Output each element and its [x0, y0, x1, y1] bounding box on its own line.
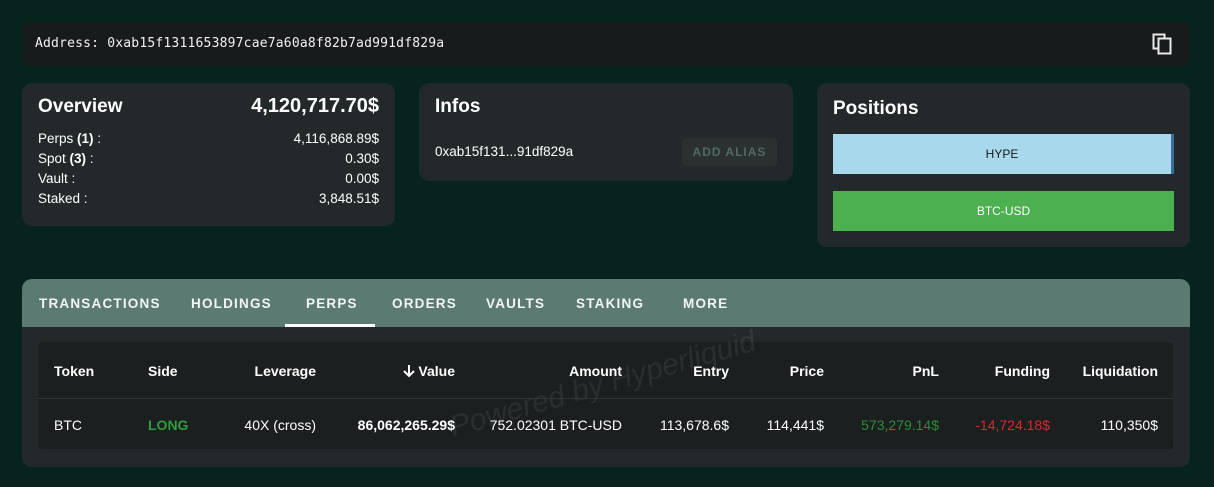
- overview-row-staked: Staked : 3,848.51$: [38, 191, 379, 209]
- cell-value: 86,062,265.29$: [357, 417, 455, 433]
- cell-price: 114,441$: [766, 417, 824, 433]
- header-divider: [38, 398, 1173, 399]
- tab-perps[interactable]: PERPS: [306, 296, 358, 311]
- positions-table: Powered by Hyperliquid Token Side Levera…: [38, 325, 1173, 449]
- positions-title: Positions: [833, 98, 919, 119]
- overview-row-label: Staked :: [38, 191, 88, 206]
- arrow-down-icon: [403, 365, 416, 378]
- cell-side: LONG: [148, 417, 189, 433]
- infos-short-address: 0xab15f131...91df829a: [435, 144, 574, 159]
- overview-title: Overview: [38, 96, 123, 117]
- overview-row-value: 3,848.51$: [318, 191, 379, 206]
- overview-row-label: Perps: [38, 131, 74, 146]
- position-bar-hype[interactable]: HYPE: [833, 134, 1174, 174]
- positions-card: Positions HYPE BTC-USD: [817, 83, 1190, 247]
- overview-row-count: (1): [77, 131, 94, 146]
- overview-card: Overview 4,120,717.70$ Perps (1) : 4,116…: [22, 83, 395, 226]
- tab-vaults[interactable]: VAULTS: [486, 296, 545, 311]
- column-header-leverage[interactable]: Leverage: [255, 363, 316, 379]
- address-value: 0xab15f1311653897cae7a60a8f82b7ad991df82…: [107, 36, 445, 51]
- tab-bar: TRANSACTIONS HOLDINGS PERPS ORDERS VAULT…: [22, 279, 1190, 327]
- cell-token: BTC: [54, 417, 82, 433]
- copy-icon[interactable]: [1152, 33, 1172, 55]
- cell-pnl: 573,279.14$: [861, 417, 939, 433]
- column-header-side[interactable]: Side: [148, 363, 178, 379]
- overview-row-count: (3): [69, 151, 87, 166]
- column-header-amount[interactable]: Amount: [569, 363, 622, 379]
- address-text: Address: 0xab15f1311653897cae7a60a8f82b7a…: [35, 36, 444, 51]
- overview-total: 4,120,717.70$: [251, 95, 379, 117]
- address-label: Address:: [35, 36, 100, 51]
- column-header-value[interactable]: Value: [402, 363, 455, 379]
- overview-row-label: Spot: [38, 151, 66, 166]
- column-header-entry[interactable]: Entry: [693, 363, 729, 379]
- infos-card: Infos 0xab15f131...91df829a ADD ALIAS: [419, 83, 793, 181]
- infos-title: Infos: [435, 96, 481, 117]
- column-header-token[interactable]: Token: [54, 363, 94, 379]
- overview-row-vault: Vault : 0.00$: [38, 171, 379, 189]
- cell-leverage: 40X (cross): [244, 417, 316, 433]
- overview-row-value: 0.30$: [345, 151, 379, 166]
- overview-row-perps: Perps (1) : 4,116,868.89$: [38, 131, 379, 146]
- cell-funding: -14,724.18$: [975, 417, 1050, 433]
- address-bar: Address: 0xab15f1311653897cae7a60a8f82b7a…: [22, 22, 1190, 66]
- cell-entry: 113,678.6$: [659, 417, 729, 433]
- overview-row-value: 0.00$: [345, 171, 379, 186]
- tab-holdings[interactable]: HOLDINGS: [191, 296, 272, 311]
- column-header-price[interactable]: Price: [790, 363, 824, 379]
- tab-orders[interactable]: ORDERS: [392, 296, 457, 311]
- active-tab-indicator: [285, 324, 375, 327]
- cell-amount: 752.02301 BTC-USD: [489, 417, 622, 433]
- add-alias-button[interactable]: ADD ALIAS: [682, 138, 777, 166]
- column-header-funding[interactable]: Funding: [995, 363, 1050, 379]
- tab-staking[interactable]: STAKING: [576, 296, 644, 311]
- column-header-pnl[interactable]: PnL: [913, 363, 939, 379]
- overview-row-label: Vault :: [38, 171, 76, 186]
- overview-row-value: 4,116,868.89$: [293, 131, 379, 146]
- overview-row-spot: Spot (3) : 0.30$: [38, 151, 379, 166]
- details-panel: TRANSACTIONS HOLDINGS PERPS ORDERS VAULT…: [22, 279, 1190, 467]
- cell-liquidation: 110,350$: [1100, 417, 1158, 433]
- tab-more[interactable]: MORE: [683, 296, 728, 311]
- tab-transactions[interactable]: TRANSACTIONS: [39, 296, 161, 311]
- position-bar-btc-usd[interactable]: BTC-USD: [833, 191, 1174, 231]
- column-header-liquidation[interactable]: Liquidation: [1083, 363, 1158, 379]
